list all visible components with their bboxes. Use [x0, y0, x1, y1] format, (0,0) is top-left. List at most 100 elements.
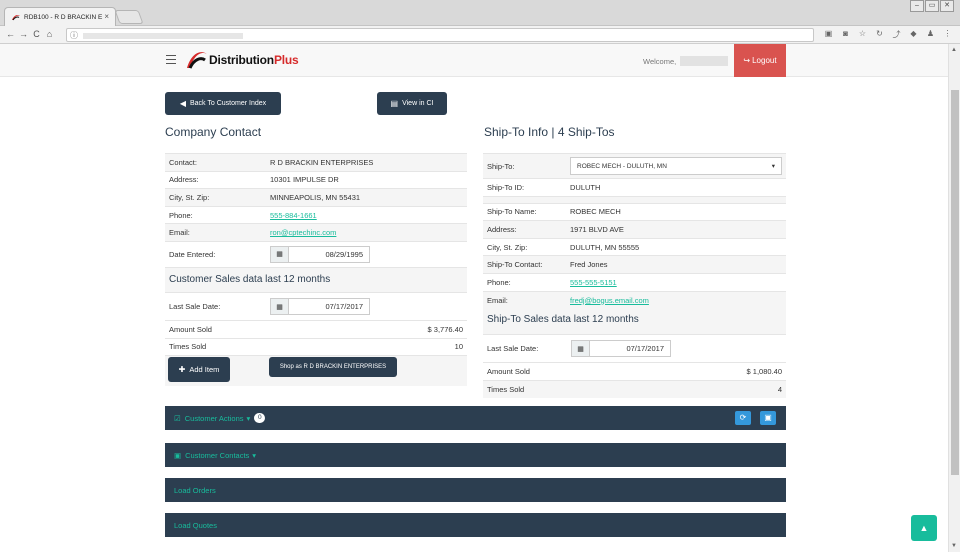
top-navbar: DistributionPlus Welcome, ↪ Logout — [0, 44, 948, 77]
page-content: DistributionPlus Welcome, ↪ Logout ◀ Bac… — [0, 44, 948, 552]
company-contact-table: Contact: R D BRACKIN ENTERPRISES Address:… — [165, 153, 467, 267]
ship-to-sales-table: Last Sale Date: ▦ 07/17/2017 Amount Sold $… — [483, 334, 786, 398]
calendar-icon[interactable]: ▦ — [271, 246, 289, 262]
redacted-url — [83, 33, 243, 39]
extension-1-icon[interactable]: ▣ — [820, 29, 837, 40]
reload-icon[interactable]: C — [30, 29, 43, 39]
checkbox-icon: ☑ — [174, 413, 181, 423]
extension-3-icon[interactable]: ↻ — [871, 29, 888, 40]
site-info-icon[interactable]: ⓘ — [70, 30, 78, 41]
bookmark-star-icon[interactable]: ☆ — [854, 29, 871, 40]
shop-as-label: Shop as R D BRACKIN ENTERPRISES — [279, 364, 387, 370]
browser-menu-icon[interactable]: ⋮ — [939, 29, 956, 40]
customer-contacts-bar[interactable]: ▣ Customer Contacts ▾ — [165, 443, 786, 467]
extension-2-icon[interactable]: ◙ — [837, 29, 854, 40]
company-phone-link[interactable]: 555-884-1661 — [270, 211, 317, 220]
save-icon[interactable]: ▣ — [760, 411, 776, 425]
table-row: Email: ron@cptechinc.com — [165, 223, 467, 242]
ship-to-email-link[interactable]: fredj@bogus.email.com — [570, 296, 649, 305]
table-row: Ship-To: ROBEC MECH - DULUTH, MN ▾ — [483, 153, 786, 179]
ship-to-sales-heading: Ship-To Sales data last 12 months — [487, 314, 639, 325]
scroll-down-arrow-icon[interactable]: ▼ — [951, 543, 957, 549]
back-icon: ◀ — [179, 99, 186, 108]
load-orders-bar[interactable]: Load Orders — [165, 478, 786, 502]
browser-toolbar: ← → C ⌂ ⓘ ▣ ◙ ☆ ↻ ⤴ ◆ ♟ ⋮ — [0, 26, 960, 44]
calendar-icon[interactable]: ▦ — [271, 299, 289, 314]
ship-to-info-heading: Ship-To Info | 4 Ship-Tos — [484, 125, 615, 139]
scroll-to-top-button[interactable]: ▲ — [911, 515, 937, 541]
table-row: Last Sale Date: ▦ 07/17/2017 — [483, 334, 786, 363]
table-row: Address: 10301 IMPULSE DR — [165, 170, 467, 189]
redacted-user-name — [680, 56, 728, 66]
customer-actions-count-badge: 0 — [254, 413, 266, 423]
logout-label: Logout — [752, 56, 777, 65]
scroll-up-arrow-icon[interactable]: ▲ — [951, 47, 957, 53]
scrollbar-thumb[interactable] — [951, 90, 959, 475]
view-in-ci-button[interactable]: ▤ View in CI — [377, 92, 447, 115]
id-card-icon: ▤ — [390, 99, 399, 108]
extension-6-icon[interactable]: ♟ — [922, 29, 939, 40]
table-row: City, St. Zip: MINNEAPOLIS, MN 55431 — [165, 188, 467, 207]
shop-as-customer-button[interactable]: Shop as R D BRACKIN ENTERPRISES — [269, 357, 397, 377]
load-quotes-label: Load Quotes — [174, 520, 217, 530]
plus-icon: ✚ — [178, 365, 186, 374]
browser-tab[interactable]: RDB100 - R D BRACKIN E × — [4, 7, 116, 26]
distributionplus-logo-icon — [187, 52, 207, 69]
customer-sales-heading: Customer Sales data last 12 months — [169, 274, 331, 285]
add-item-button[interactable]: ✚ Add Item — [168, 357, 230, 382]
new-tab-button[interactable] — [114, 10, 144, 24]
caret-down-icon: ▾ — [252, 450, 257, 460]
date-entered-field[interactable]: ▦ 08/29/1995 — [270, 245, 370, 263]
address-bar[interactable]: ⓘ — [66, 28, 814, 42]
customer-actions-bar[interactable]: ☑ Customer Actions ▾ 0 ⟳ ▣ — [165, 406, 786, 430]
table-row: Address: 1971 BLVD AVE — [483, 220, 786, 239]
load-orders-label: Load Orders — [174, 485, 216, 495]
table-row: Phone: 555-884-1661 — [165, 205, 467, 224]
extension-5-icon[interactable]: ◆ — [905, 29, 922, 40]
maximize-icon[interactable]: ▭ — [925, 0, 939, 12]
table-row: Times Sold 10 — [165, 337, 467, 356]
refresh-icon[interactable]: ⟳ — [735, 411, 751, 425]
home-icon[interactable]: ⌂ — [43, 29, 56, 39]
ship-to-table: Ship-To: ROBEC MECH - DULUTH, MN ▾ Ship-T… — [483, 153, 786, 309]
extension-4-icon[interactable]: ⤴ — [888, 29, 905, 40]
dropdown-caret-icon: ▾ — [771, 163, 775, 170]
company-email-link[interactable]: ron@cptechinc.com — [270, 228, 336, 237]
caret-down-icon: ▾ — [246, 413, 251, 423]
table-row: Phone: 555-555-5151 — [483, 272, 786, 292]
customer-actions-label: Customer Actions — [184, 413, 244, 423]
back-arrow-icon[interactable]: ← — [4, 29, 17, 39]
brand-logo[interactable]: DistributionPlus — [186, 50, 299, 70]
calendar-icon[interactable]: ▦ — [572, 341, 590, 356]
last-sale-date-field[interactable]: ▦ 07/17/2017 — [270, 298, 370, 315]
table-row: Date Entered: ▦ 08/29/1995 — [165, 240, 467, 267]
address-book-icon: ▣ — [174, 450, 182, 460]
back-to-customer-index-button[interactable]: ◀ Back To Customer Index — [165, 92, 281, 115]
customer-sales-header: Customer Sales data last 12 months — [165, 267, 467, 292]
tab-close-icon[interactable]: × — [104, 12, 109, 21]
hamburger-menu-icon[interactable] — [166, 55, 176, 67]
logout-button[interactable]: ↪ Logout — [734, 44, 786, 77]
load-quotes-bar[interactable]: Load Quotes — [165, 513, 786, 537]
table-row — [483, 195, 786, 204]
welcome-text: Welcome, — [643, 57, 677, 66]
customer-contacts-label: Customer Contacts — [185, 450, 250, 460]
ship-to-phone-link[interactable]: 555-555-5151 — [570, 278, 617, 287]
table-row: Email: fredj@bogus.email.com — [483, 290, 786, 309]
forward-arrow-icon[interactable]: → — [17, 29, 30, 39]
window-close-icon[interactable]: ✕ — [940, 0, 954, 12]
logout-icon: ↪ — [743, 56, 751, 65]
table-row: City, St. Zip: DULUTH, MN 55555 — [483, 237, 786, 256]
view-ci-label: View in CI — [402, 100, 434, 107]
ship-to-select[interactable]: ROBEC MECH - DULUTH, MN ▾ — [570, 157, 782, 175]
add-item-label: Add Item — [189, 365, 220, 374]
table-row: Contact: R D BRACKIN ENTERPRISES — [165, 153, 467, 172]
table-row: Ship-To Contact: Fred Jones — [483, 255, 786, 274]
ship-to-last-sale-date-field[interactable]: ▦ 07/17/2017 — [571, 340, 671, 357]
table-row: Last Sale Date: ▦ 07/17/2017 — [165, 292, 467, 321]
window-controls: – ▭ ✕ — [909, 0, 954, 12]
back-label: Back To Customer Index — [190, 100, 267, 107]
extension-icons: ▣ ◙ ☆ ↻ ⤴ ◆ ♟ ⋮ — [820, 29, 956, 40]
page-scrollbar[interactable]: ▲ ▼ — [948, 44, 960, 552]
minimize-icon[interactable]: – — [910, 0, 924, 12]
